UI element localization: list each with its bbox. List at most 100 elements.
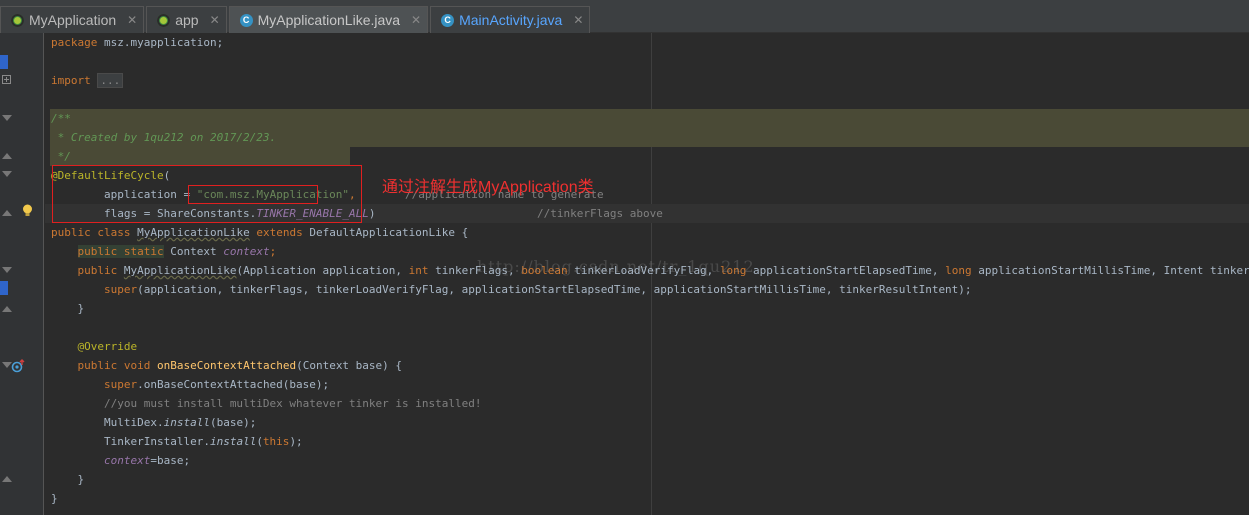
- java-class-icon: C: [441, 13, 455, 27]
- fold-collapse-icon[interactable]: [2, 267, 12, 273]
- token: MyApplicationLike: [123, 264, 237, 277]
- tab-label: app: [175, 12, 199, 28]
- fold-end-icon[interactable]: [2, 153, 12, 159]
- folded-imports[interactable]: ...: [97, 73, 124, 88]
- token: super: [103, 283, 138, 296]
- tab-myapplicationlike-java[interactable]: C MyApplicationLike.java ✕: [228, 6, 429, 33]
- tab-label: MyApplication: [29, 12, 117, 28]
- fold-collapse-icon[interactable]: [2, 115, 12, 121]
- code-line: public class MyApplicationLike extends D…: [51, 223, 468, 242]
- android-module-icon: [157, 13, 171, 27]
- token: DefaultApplicationLike {: [302, 226, 469, 239]
- code-line: package msz.myapplication;: [51, 33, 223, 52]
- close-icon[interactable]: ✕: [127, 13, 137, 27]
- close-icon[interactable]: ✕: [411, 13, 421, 27]
- code-line: context=base;: [51, 451, 190, 470]
- highlight-band: [50, 109, 1249, 128]
- code-line: */: [51, 147, 71, 166]
- token: public: [77, 359, 118, 372]
- fold-end-icon[interactable]: [2, 306, 12, 312]
- code-line: //you must install multiDex whatever tin…: [51, 394, 482, 413]
- token: public: [51, 226, 91, 239]
- override-method-icon[interactable]: [11, 359, 25, 373]
- watermark: http://blog.csdn.net/tr_1qu212: [477, 257, 755, 276]
- token: applicationStartMillisTime, Intent tinke…: [978, 264, 1249, 277]
- code-line: public void onBaseContextAttached(Contex…: [51, 356, 403, 375]
- token: TinkerInstaller.: [103, 435, 210, 448]
- token: void: [123, 359, 151, 372]
- token: /**: [51, 112, 71, 125]
- code-line: TinkerInstaller.install(this);: [51, 432, 303, 451]
- token: install: [209, 435, 257, 448]
- token: */: [51, 150, 71, 163]
- token: extends: [256, 226, 303, 239]
- annotation-note: 通过注解生成MyApplication类: [382, 179, 594, 196]
- code-line: super(application, tinkerFlags, tinkerLo…: [51, 280, 972, 299]
- code-line: }: [51, 302, 85, 315]
- token: (Application application,: [236, 264, 409, 277]
- fold-end-icon[interactable]: [2, 210, 12, 216]
- lightbulb-icon[interactable]: [22, 204, 33, 218]
- tab-label: MyApplicationLike.java: [257, 12, 401, 28]
- code-line: public static Context context;: [51, 242, 276, 261]
- token: static: [123, 245, 164, 258]
- token: package: [51, 36, 98, 49]
- token: (application, tinkerFlags, tinkerLoadVer…: [137, 283, 972, 296]
- editor-tab-bar: MyApplication ✕ app ✕ C MyApplicationLik…: [0, 0, 1249, 33]
- token: msz.myapplication;: [97, 36, 224, 49]
- code-line: super.onBaseContextAttached(base);: [51, 375, 329, 394]
- code-editor[interactable]: package msz.myapplication; import ... /*…: [45, 33, 1249, 515]
- tab-myapplication[interactable]: MyApplication ✕: [0, 6, 145, 33]
- fold-end-icon[interactable]: [2, 476, 12, 482]
- token: MultiDex.: [103, 416, 164, 429]
- token: int: [408, 264, 429, 277]
- token: //you must install multiDex whatever tin…: [103, 397, 482, 410]
- token: =base;: [150, 454, 191, 467]
- token: public: [77, 245, 118, 258]
- code-line: MultiDex.install(base);: [51, 413, 256, 432]
- tab-mainactivity-java[interactable]: C MainActivity.java ✕: [430, 6, 591, 33]
- token: this: [262, 435, 290, 448]
- close-icon[interactable]: ✕: [573, 13, 583, 27]
- highlight-band: [50, 147, 350, 166]
- token: class: [97, 226, 131, 239]
- token: * Created by 1qu212 on 2017/2/23.: [51, 131, 277, 144]
- token: ): [368, 207, 376, 220]
- token: (: [256, 435, 263, 448]
- token: context: [103, 454, 151, 467]
- tab-app[interactable]: app ✕: [146, 6, 227, 33]
- scroll-marker: [0, 281, 8, 295]
- token: (base);: [209, 416, 257, 429]
- tool-window-strip: [0, 33, 8, 515]
- fold-collapse-icon[interactable]: [2, 171, 12, 177]
- code-line: }: [51, 492, 58, 505]
- fold-expand-icon[interactable]: [2, 75, 11, 84]
- token: Context: [163, 245, 224, 258]
- code-line: /**: [51, 109, 71, 128]
- token: install: [163, 416, 210, 429]
- token: MyApplicationLike: [137, 226, 250, 239]
- token: long: [945, 264, 972, 277]
- token: .onBaseContextAttached(base);: [137, 378, 330, 391]
- token: super: [103, 378, 138, 391]
- close-icon[interactable]: ✕: [210, 13, 220, 27]
- code-comment: //tinkerFlags above: [537, 207, 663, 220]
- token: ;: [269, 245, 277, 258]
- token: onBaseContextAttached: [157, 359, 297, 372]
- tab-label: MainActivity.java: [459, 12, 563, 28]
- token: );: [289, 435, 303, 448]
- code-line: import ...: [51, 71, 124, 90]
- token: import: [51, 74, 91, 87]
- scroll-marker: [0, 55, 8, 69]
- token: public: [77, 264, 118, 277]
- token: (Context base) {: [296, 359, 403, 372]
- java-class-icon: C: [239, 13, 253, 27]
- token: @Override: [77, 340, 138, 353]
- code-line: }: [51, 473, 85, 486]
- ide-window: MyApplication ✕ app ✕ C MyApplicationLik…: [0, 0, 1249, 515]
- string-highlight-box: [188, 185, 318, 204]
- token: applicationStartElapsedTime,: [746, 264, 946, 277]
- editor-gutter: [2, 33, 44, 515]
- code-line: * Created by 1qu212 on 2017/2/23.: [51, 128, 277, 147]
- code-line: @Override: [51, 337, 138, 356]
